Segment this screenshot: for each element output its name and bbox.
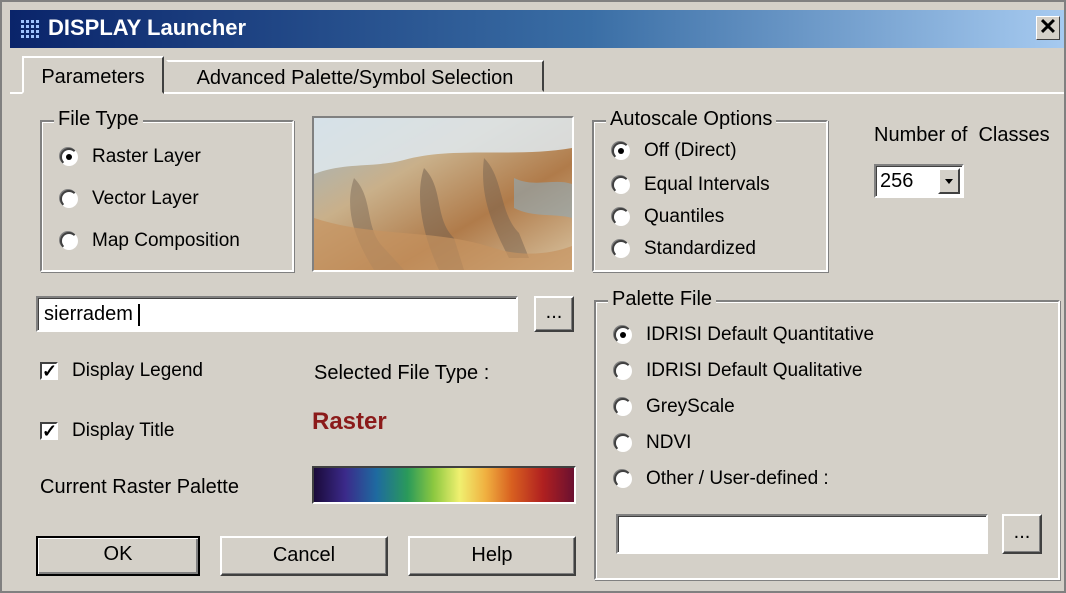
tab-advanced-palette[interactable]: Advanced Palette/Symbol Selection (166, 60, 544, 92)
number-of-classes-label: Number of Classes (874, 124, 1050, 146)
user-palette-input[interactable] (616, 514, 988, 554)
selected-file-type-label: Selected File Type : (314, 362, 490, 384)
radio-map-composition[interactable]: Map Composition (60, 230, 240, 252)
radio-label: NDVI (646, 432, 692, 453)
browse-label: ... (545, 301, 563, 323)
radio-greyscale[interactable]: GreyScale (614, 396, 735, 418)
autoscale-options-group: Autoscale Options Off (Direct) Equal Int… (592, 108, 828, 272)
window-title: DISPLAY Launcher (48, 15, 247, 40)
radio-label: Equal Intervals (644, 174, 770, 195)
browse-file-button[interactable]: ... (534, 296, 574, 332)
palette-color-ramp (312, 466, 576, 504)
radio-ndvi[interactable]: NDVI (614, 432, 691, 454)
radio-button[interactable] (614, 398, 632, 416)
number-of-classes-value: 256 (880, 170, 914, 192)
palette-file-group: Palette File IDRISI Default Quantitative… (594, 288, 1060, 580)
palette-file-legend: Palette File (608, 288, 717, 311)
tab-panel-border (10, 92, 1064, 94)
tab-parameters[interactable]: Parameters (22, 56, 164, 94)
close-icon: ✕ (1038, 14, 1058, 39)
number-of-classes-select[interactable]: 256 (874, 164, 964, 198)
radio-idrisi-default-quantitative[interactable]: IDRISI Default Quantitative (614, 324, 874, 346)
radio-button[interactable] (614, 434, 632, 452)
file-type-group: File Type Raster Layer Vector Layer Map … (40, 108, 294, 272)
terrain-image (314, 118, 572, 270)
radio-label: IDRISI Default Quantitative (646, 324, 875, 345)
grid-icon (21, 20, 39, 38)
radio-label: Vector Layer (92, 188, 199, 209)
current-raster-palette-label: Current Raster Palette (40, 476, 239, 498)
radio-label: Quantiles (644, 206, 725, 227)
radio-label: Other / User-defined : (646, 468, 829, 489)
radio-button[interactable] (612, 208, 630, 226)
display-legend-label: Display Legend (72, 360, 203, 381)
filename-value: sierradem (44, 303, 133, 325)
cancel-button[interactable]: Cancel (220, 536, 388, 576)
close-button[interactable]: ✕ (1036, 16, 1060, 40)
display-title-checkbox[interactable]: ✓ (40, 422, 58, 440)
ok-label: OK (103, 543, 133, 565)
filename-input[interactable]: sierradem (36, 296, 518, 332)
display-title-checkbox-row[interactable]: ✓ Display Title (40, 420, 174, 442)
raster-preview-image (312, 116, 574, 272)
cancel-label: Cancel (272, 544, 336, 566)
chevron-down-icon (945, 179, 953, 184)
radio-button[interactable] (612, 142, 630, 160)
radio-button[interactable] (60, 148, 78, 166)
radio-raster-layer[interactable]: Raster Layer (60, 146, 201, 168)
radio-off-direct[interactable]: Off (Direct) (612, 140, 737, 162)
radio-button[interactable] (612, 240, 630, 258)
tab-label: Advanced Palette/Symbol Selection (196, 67, 514, 89)
radio-label: Raster Layer (92, 146, 201, 167)
dropdown-button[interactable] (938, 168, 960, 194)
ok-button[interactable]: OK (36, 536, 200, 576)
selected-file-type-value: Raster (312, 408, 387, 435)
text-cursor (138, 304, 140, 326)
display-legend-checkbox[interactable]: ✓ (40, 362, 58, 380)
radio-equal-intervals[interactable]: Equal Intervals (612, 174, 770, 196)
display-legend-checkbox-row[interactable]: ✓ Display Legend (40, 360, 203, 382)
autoscale-legend: Autoscale Options (606, 108, 777, 131)
help-label: Help (471, 544, 513, 566)
title-bar[interactable]: DISPLAY Launcher ✕ (10, 10, 1064, 48)
radio-label: Off (Direct) (644, 140, 737, 161)
radio-other-user-defined[interactable]: Other / User-defined : (614, 468, 829, 490)
radio-label: Standardized (644, 238, 756, 259)
file-type-legend: File Type (54, 108, 143, 131)
radio-button[interactable] (60, 190, 78, 208)
display-title-label: Display Title (72, 420, 175, 441)
radio-standardized[interactable]: Standardized (612, 238, 756, 260)
radio-button[interactable] (614, 470, 632, 488)
help-button[interactable]: Help (408, 536, 576, 576)
radio-vector-layer[interactable]: Vector Layer (60, 188, 199, 210)
radio-button[interactable] (612, 176, 630, 194)
display-launcher-window: DISPLAY Launcher ✕ Parameters Advanced P… (0, 0, 1066, 593)
radio-button[interactable] (60, 232, 78, 250)
radio-label: GreyScale (646, 396, 735, 417)
browse-palette-button[interactable]: ... (1002, 514, 1042, 554)
tab-label: Parameters (41, 66, 145, 88)
radio-idrisi-default-qualitative[interactable]: IDRISI Default Qualitative (614, 360, 862, 382)
radio-quantiles[interactable]: Quantiles (612, 206, 724, 228)
radio-label: IDRISI Default Qualitative (646, 360, 863, 381)
radio-button[interactable] (614, 326, 632, 344)
browse-label: ... (1013, 521, 1031, 543)
radio-label: Map Composition (92, 230, 240, 251)
radio-button[interactable] (614, 362, 632, 380)
